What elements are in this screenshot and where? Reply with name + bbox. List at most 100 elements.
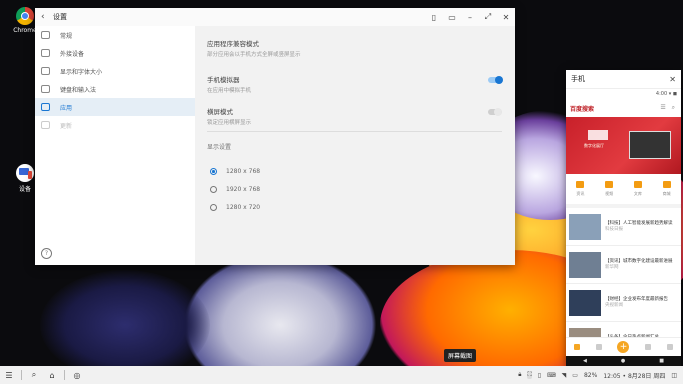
- setting-subtitle: 在应用中模拟手机: [207, 88, 252, 94]
- battery-icon[interactable]: ▭: [572, 372, 578, 379]
- shop-icon: [662, 181, 671, 188]
- close-icon[interactable]: ✕: [497, 13, 515, 22]
- setting-phone-emulator: 手机模拟器 在应用中模拟手机: [207, 74, 503, 94]
- radio-button[interactable]: [210, 186, 217, 193]
- quick-link-label: 视频: [605, 191, 614, 196]
- chrome-icon: [16, 7, 34, 25]
- screenshot-icon[interactable]: ⛶: [527, 371, 532, 379]
- taskbar-separator: [21, 370, 22, 380]
- quick-link[interactable]: 商城: [662, 181, 671, 197]
- quick-link-label: 商城: [662, 191, 671, 196]
- app-bottom-nav: +: [566, 337, 681, 356]
- battery-level: 82%: [583, 371, 598, 379]
- app-header: 百度搜索 ☰ ⌕: [566, 99, 681, 117]
- phone-icon[interactable]: ▯: [538, 372, 541, 379]
- clock[interactable]: 12:05 • 8月28日 周四: [603, 371, 665, 380]
- sidebar-item-display[interactable]: 显示和字体大小: [35, 62, 195, 80]
- resolution-label: 1920 x 768: [226, 186, 261, 193]
- taskbar: ☰ ⌕ ⌂ ◎ 🔒︎ ⛶ ▯ ⌨ ◥ ▭ 82% 12:05 • 8月28日 周…: [0, 366, 683, 384]
- settings-sidebar: 常规 外接设备 显示和字体大小 键盘和输入法 应用 更新 ?: [35, 26, 195, 265]
- radio-button[interactable]: [210, 204, 217, 211]
- app-name: 百度搜索: [570, 105, 595, 113]
- news-meta: 新华网: [605, 264, 619, 270]
- resolution-option[interactable]: 1280 x 768: [210, 168, 260, 175]
- devices-icon: [41, 49, 50, 57]
- home-tab-icon[interactable]: [573, 344, 580, 350]
- apps-icon: [41, 103, 50, 111]
- news-item[interactable]: 【财经】企业发布年度最新报告 央视新闻: [566, 284, 681, 322]
- setting-title: 应用程序兼容模式: [207, 40, 259, 48]
- general-icon: [41, 31, 50, 39]
- settings-window: ‹ 设置 ▯ ▭ – ⤢ ✕ 常规 外接设备 显示和字体大小 键盘和输入法 应用: [35, 8, 515, 265]
- menu-icon[interactable]: ☰: [0, 366, 18, 384]
- lock-icon[interactable]: 🔒︎: [518, 371, 521, 379]
- resolution-option[interactable]: 1280 x 720: [210, 204, 260, 211]
- sidebar-item-devices[interactable]: 外接设备: [35, 44, 195, 62]
- phone-titlebar[interactable]: 手机 ✕: [566, 70, 681, 89]
- wallpaper-blob: [40, 270, 210, 380]
- settings-titlebar[interactable]: ‹ 设置 ▯ ▭ – ⤢ ✕: [35, 8, 515, 27]
- phone-mode-icon[interactable]: ▯: [425, 13, 443, 22]
- news-text: 【科技】人工智能发展新趋势解读: [605, 220, 673, 226]
- android-nav-bar: ◀ ● ■: [566, 356, 681, 366]
- wifi-icon[interactable]: ◥: [562, 372, 567, 379]
- taskbar-separator: [64, 370, 65, 380]
- sidebar-item-label: 应用: [60, 104, 73, 112]
- news-item[interactable]: 【科技】人工智能发展新趋势解读 科技日报: [566, 208, 681, 246]
- notification-icon[interactable]: ◫: [671, 372, 677, 379]
- home-icon[interactable]: ⌂: [43, 366, 61, 384]
- quick-link[interactable]: 视频: [605, 181, 614, 197]
- quick-link-label: 文库: [633, 191, 642, 196]
- news-thumbnail: [569, 251, 601, 278]
- video-tab-icon[interactable]: [595, 344, 602, 350]
- banner-logo: [588, 130, 608, 140]
- app-banner[interactable]: 数字化展厅: [566, 117, 681, 174]
- keyboard-icon[interactable]: ⌨: [547, 372, 556, 379]
- news-thumbnail: [569, 289, 601, 316]
- phone-status-text: 4:00 ▾ ◼: [655, 91, 677, 97]
- help-icon[interactable]: ?: [41, 248, 52, 259]
- sidebar-item-general[interactable]: 常规: [35, 26, 195, 44]
- system-tray: 🔒︎ ⛶ ▯ ⌨ ◥ ▭ 82% 12:05 • 8月28日 周四 ◫: [518, 366, 677, 384]
- phone-window: 手机 ✕ 4:00 ▾ ◼ 百度搜索 ☰ ⌕ 数字化展厅 资讯 视频 文库 商城…: [566, 70, 681, 366]
- banner-text: 数字化展厅: [584, 143, 604, 148]
- tablet-mode-icon[interactable]: ▭: [443, 13, 461, 22]
- setting-compat-mode[interactable]: 应用程序兼容模式 部分应用会以手机方式全屏或竖屏显示: [207, 38, 502, 58]
- recents-icon[interactable]: ■: [659, 358, 664, 364]
- setting-title: 横屏模式: [207, 108, 233, 116]
- news-meta: 科技日报: [605, 226, 623, 232]
- settings-content: 应用程序兼容模式 部分应用会以手机方式全屏或竖屏显示 手机模拟器 在应用中模拟手…: [195, 26, 515, 265]
- message-tab-icon[interactable]: [645, 344, 652, 350]
- section-label: 显示设置: [207, 144, 232, 151]
- radio-button-selected[interactable]: [210, 168, 217, 175]
- divider: [207, 131, 502, 132]
- home-icon[interactable]: ●: [621, 358, 625, 364]
- add-icon[interactable]: +: [617, 341, 630, 353]
- quick-link[interactable]: 资讯: [576, 181, 585, 197]
- minimize-icon[interactable]: –: [461, 13, 479, 22]
- news-item[interactable]: 【资讯】城市数字化建设最新进展 新华网: [566, 246, 681, 284]
- quick-links: 资讯 视频 文库 商城: [566, 174, 681, 208]
- sidebar-item-apps[interactable]: 应用: [35, 98, 195, 116]
- maximize-icon[interactable]: ⤢: [479, 12, 497, 22]
- device-icon: [16, 164, 34, 182]
- news-thumbnail: [569, 213, 601, 240]
- news-text: 【财经】企业发布年度最新报告: [605, 296, 668, 302]
- landscape-toggle[interactable]: [488, 107, 502, 116]
- sidebar-item-update[interactable]: 更新: [35, 116, 195, 134]
- setting-title: 手机模拟器: [207, 76, 240, 84]
- setting-subtitle: 部分应用会以手机方式全屏或竖屏显示: [207, 52, 301, 58]
- phone-emulator-toggle[interactable]: [488, 75, 503, 84]
- close-icon[interactable]: ✕: [669, 75, 676, 84]
- back-arrow-icon[interactable]: ‹: [41, 12, 51, 22]
- chrome-taskbar-icon[interactable]: ◎: [68, 366, 86, 384]
- sidebar-item-keyboard[interactable]: 键盘和输入法: [35, 80, 195, 98]
- quick-link[interactable]: 文库: [633, 181, 642, 197]
- app-menu-icons[interactable]: ☰ ⌕: [660, 104, 677, 112]
- profile-tab-icon[interactable]: [667, 344, 674, 350]
- search-icon[interactable]: ⌕: [25, 366, 43, 384]
- phone-window-title: 手机: [571, 75, 585, 83]
- back-icon[interactable]: ◀: [583, 358, 587, 364]
- resolution-option[interactable]: 1920 x 768: [210, 186, 260, 193]
- quick-link-label: 资讯: [576, 191, 585, 196]
